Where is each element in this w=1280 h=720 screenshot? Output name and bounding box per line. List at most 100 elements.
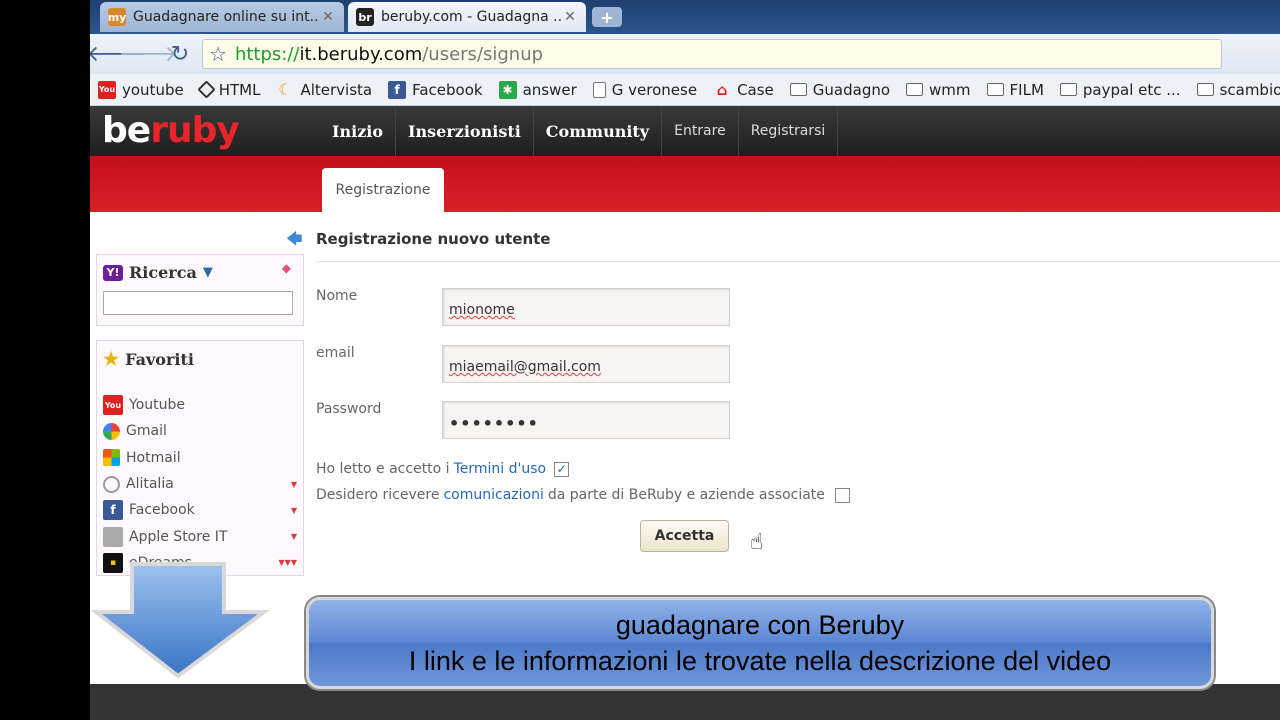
beruby-favicon-icon: br [356,8,374,26]
bookmark-film[interactable]: FILM [986,80,1044,99]
tab-strip: my Guadagnare online su int... ✕ br beru… [90,0,1280,34]
favorite-apple-store[interactable]: Apple Store IT ▼ [97,523,303,549]
caption-line-2: I link e le informazioni le trovate nell… [408,646,1112,676]
google-icon [103,422,120,440]
pin-marker-icon: ▼ [290,479,297,489]
star-icon: ★ [103,349,120,370]
bookmark-label: wmm [929,80,971,99]
favorites-header: ★ Favoriti [97,341,303,378]
bookmark-label: paypal etc ... [1082,80,1181,99]
newsletter-link[interactable]: comunicazioni [443,487,543,503]
section-band: Registrazione [90,156,1280,212]
beruby-logo[interactable]: beruby [102,110,240,151]
yahoo-icon: Y! [103,264,123,281]
page-icon [592,81,606,98]
nav-inserzionisti[interactable]: Inserzionisti [396,106,534,156]
close-icon[interactable]: ✕ [562,9,578,25]
caption-line-1: guadagnare con Beruby [615,610,905,640]
accept-button[interactable]: Accetta [640,520,729,552]
bookmark-facebook[interactable]: f Facebook [388,80,483,99]
bookmark-label: youtube [122,80,184,99]
bookmark-label: HTML [218,80,261,99]
nav-community[interactable]: Community [534,106,663,156]
divider [316,261,1280,262]
html-icon [197,80,216,99]
answer-icon: ✱ [498,80,517,99]
hand-cursor-icon: ☝ [750,530,764,555]
search-title: Ricerca [129,263,197,282]
bookmark-label: Guadagno [812,80,891,99]
favorite-label: Facebook [129,502,195,519]
tab-registrazione[interactable]: Registrazione [322,168,444,212]
bookmark-label: FILM [1009,80,1044,99]
bookmark-label: scambio [1219,80,1280,99]
bookmark-html[interactable]: HTML [197,80,261,99]
newsletter-row: Desidero ricevere comunicazioni da parte… [316,487,850,503]
nav-inizio[interactable]: Inizio [320,106,397,156]
tab-guadagnare[interactable]: my Guadagnare online su int... ✕ [100,2,344,32]
bookmark-altervista[interactable]: ☾ Altervista [276,80,372,99]
bookmark-guadagno[interactable]: Guadagno [789,80,891,99]
name-field[interactable]: mionome [442,288,730,326]
plus-icon: + [600,7,614,27]
bookmark-star-icon[interactable]: ☆ [209,42,227,66]
address-bar[interactable]: ☆ https://it.beruby.com/users/signup [202,39,1222,69]
bookmark-scambio[interactable]: scambio [1196,80,1280,99]
collapse-arrow-icon[interactable]: 🡄 [286,228,303,255]
checkmark-icon: ✓ [556,462,567,476]
bookmark-youtube[interactable]: You youtube [98,80,184,99]
folder-icon [789,83,807,96]
favorite-gmail[interactable]: Gmail [97,418,303,444]
bookmark-label: Facebook [412,80,483,99]
tab-title: beruby.com - Guadagna ... [381,9,562,25]
password-field[interactable]: •••••••• [442,401,730,439]
email-field[interactable]: miaemail@gmail.com [442,345,730,383]
favorites-widget: ★ Favoriti You Youtube Gmail Hotmail Alit… [96,340,304,576]
logo-part-ruby: ruby [150,110,240,151]
logo-part-be: be [102,110,151,151]
favorites-title: Favoriti [125,350,194,369]
favorite-hotmail[interactable]: Hotmail [97,445,303,471]
video-caption-banner: guadagnare con Beruby I link e le inform… [306,597,1214,689]
close-icon[interactable]: ✕ [320,9,336,25]
terms-text: Ho letto e accetto i [316,461,450,477]
youtube-icon: You [98,80,116,99]
bookmark-label: G veronese [611,80,698,99]
bookmark-answer[interactable]: ✱ answer [498,80,577,99]
nav-entrare[interactable]: Entrare [662,106,739,156]
bookmark-g-veronese[interactable]: G veronese [592,80,698,99]
browser-toolbar: 🡐 🡒 ↻ ☆ https://it.beruby.com/users/sign… [90,34,1280,74]
terms-link[interactable]: Termini d'uso [454,461,547,477]
favorites-list: You Youtube Gmail Hotmail Alitalia ▼ f Face… [97,392,303,576]
terms-checkbox[interactable]: ✓ [554,461,570,477]
pin-marker-icon: ▼ [290,532,297,542]
url-scheme: https:// [234,43,300,65]
bookmarks-bar: You youtube HTML ☾ Altervista f Facebook ✱ a… [90,74,1280,106]
terms-row: Ho letto e accetto i Termini d'uso ✓ [316,461,570,477]
new-tab-button[interactable]: + [592,7,622,27]
bookmark-case[interactable]: ⌂ Case [713,81,774,99]
name-label: Nome [316,288,358,304]
bookmark-paypal[interactable]: paypal etc ... [1059,80,1181,99]
bookmark-label: Case [737,80,774,99]
bookmark-wmm[interactable]: wmm [906,81,971,99]
favorite-label: Youtube [129,397,185,414]
newsletter-checkbox[interactable] [834,487,850,503]
favorite-label: Gmail [126,423,167,440]
reload-button[interactable]: ↻ [166,40,194,68]
altervista-icon: ☾ [278,80,293,99]
arrow-down-icon [92,562,270,679]
forward-button[interactable]: 🡒 [119,40,178,68]
chevron-down-icon[interactable]: ▼ [203,265,213,280]
favorite-facebook[interactable]: f Facebook ▼ [97,497,303,523]
favorite-alitalia[interactable]: Alitalia ▼ [97,471,303,497]
search-input[interactable] [103,291,293,315]
email-label: email [316,345,355,361]
apple-icon [103,526,123,547]
favorite-youtube[interactable]: You Youtube [97,392,303,418]
facebook-icon: f [103,500,123,521]
tab-beruby[interactable]: br beruby.com - Guadagna ... ✕ [348,2,586,32]
search-header: Y! Ricerca ▼ [97,255,303,290]
nav-registrarsi[interactable]: Registrarsi [739,106,839,156]
url-host: it.beruby.com [299,43,423,65]
